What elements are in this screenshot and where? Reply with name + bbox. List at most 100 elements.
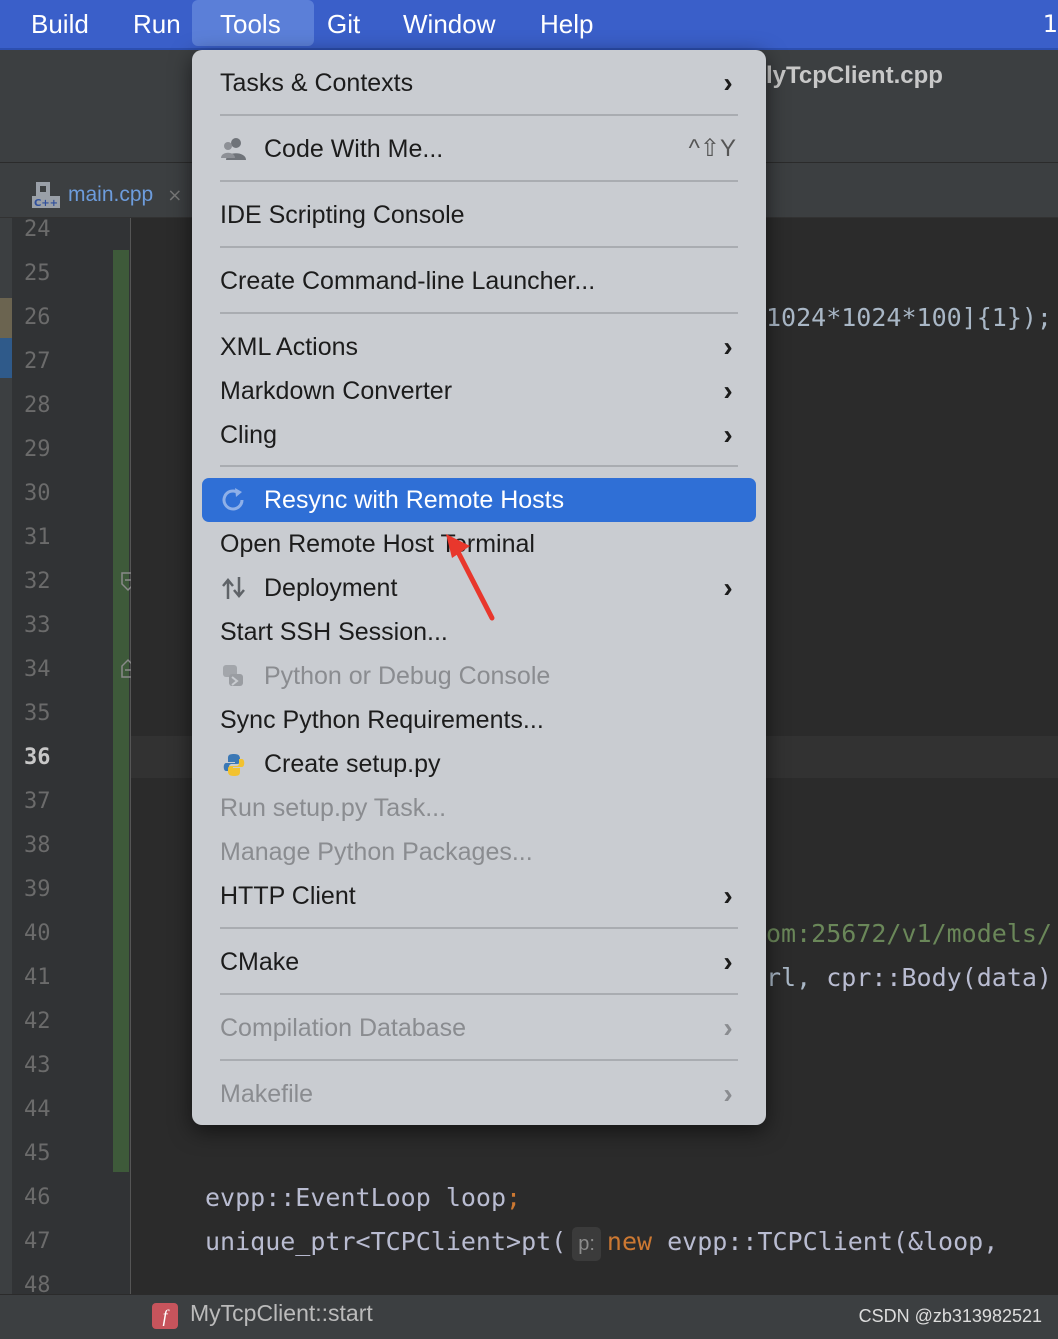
menu-item-http-client[interactable]: HTTP Client ›	[220, 874, 738, 918]
chevron-right-icon: ›	[723, 1078, 733, 1109]
menu-item-compilation-database: Compilation Database ›	[220, 1006, 738, 1050]
chevron-right-icon: ›	[723, 880, 733, 911]
code-line-47: unique_ptr<TCPClient>pt(p: new evpp::TCPC…	[205, 1220, 998, 1264]
menu-item-label: Run setup.py Task...	[220, 794, 447, 822]
chevron-right-icon: ›	[723, 375, 733, 406]
menu-item-label: IDE Scripting Console	[220, 201, 465, 229]
menu-item-code-with-me[interactable]: Code With Me... ^⇧Y	[220, 127, 738, 171]
menu-item-label: Resync with Remote Hosts	[264, 486, 565, 514]
line-number: 41	[24, 965, 51, 990]
menu-item-label: Compilation Database	[220, 1014, 466, 1042]
line-number: 32	[24, 569, 51, 594]
code-fragment: 1024*1024*100]{1});	[766, 303, 1052, 332]
menu-item-label: Create setup.py	[264, 750, 441, 778]
chevron-right-icon: ›	[723, 419, 733, 450]
function-icon: f	[152, 1303, 178, 1329]
line-number: 28	[24, 393, 51, 418]
menu-item-label: Python or Debug Console	[264, 662, 551, 690]
code-line-26: 1024*1024*100]{1});	[766, 296, 1052, 340]
menu-separator	[220, 465, 738, 467]
menu-item-run-setup-py-task: Run setup.py Task...	[220, 786, 738, 830]
line-number: 42	[24, 1009, 51, 1034]
line-number: 43	[24, 1053, 51, 1078]
menu-item-ide-scripting-console[interactable]: IDE Scripting Console	[220, 193, 738, 237]
line-number: 47	[24, 1229, 51, 1254]
menu-run[interactable]: Run	[123, 0, 191, 48]
code-line-46: evpp::EventLoop loop;	[205, 1176, 521, 1220]
line-number: 30	[24, 481, 51, 506]
menu-separator	[220, 927, 738, 929]
menu-item-python-debug-console: Python or Debug Console	[220, 654, 738, 698]
line-number: 44	[24, 1097, 51, 1122]
close-icon[interactable]: ×	[167, 185, 182, 206]
python-console-icon	[223, 665, 243, 686]
line-number: 46	[24, 1185, 51, 1210]
menu-item-command-line-launcher[interactable]: Create Command-line Launcher...	[220, 259, 738, 303]
menu-git[interactable]: Git	[317, 0, 370, 48]
menu-tools[interactable]: Tools	[192, 0, 314, 46]
chevron-right-icon: ›	[723, 1012, 733, 1043]
code-fragment: ;	[506, 1183, 522, 1212]
code-fragment: evpp::TCPClient(&loop,	[652, 1227, 999, 1256]
code-keyword: new	[606, 1227, 653, 1256]
menu-item-xml-actions[interactable]: XML Actions ›	[220, 325, 738, 369]
menu-item-label: HTTP Client	[220, 882, 356, 910]
menu-item-label: Markdown Converter	[220, 377, 453, 405]
menu-item-label: Cling	[220, 421, 277, 449]
menu-separator	[220, 180, 738, 182]
menu-item-cling[interactable]: Cling ›	[220, 413, 738, 457]
menu-separator	[220, 1059, 738, 1061]
menu-item-label: Sync Python Requirements...	[220, 706, 544, 734]
line-number: 25	[24, 261, 51, 286]
menu-separator	[220, 312, 738, 314]
code-with-me-icon	[221, 138, 246, 160]
menu-separator	[220, 993, 738, 995]
menu-item-label: CMake	[220, 948, 300, 976]
line-number: 38	[24, 833, 51, 858]
menu-separator	[220, 114, 738, 116]
line-number: 40	[24, 921, 51, 946]
annotation-arrow-icon	[446, 534, 495, 621]
line-number: 45	[24, 1141, 51, 1166]
code-line-40: om:25672/v1/models/	[766, 919, 1052, 948]
code-fragment: cpr::Body(data)	[826, 963, 1052, 992]
python-icon	[223, 754, 245, 776]
parameter-hint: p:	[572, 1227, 601, 1261]
line-number-current: 36	[24, 745, 51, 770]
menubar-right-fragment: 1	[1042, 10, 1058, 38]
line-number: 29	[24, 437, 51, 462]
line-number: 33	[24, 613, 51, 638]
menu-item-label: Create Command-line Launcher...	[220, 267, 596, 295]
menu-item-label: Tasks & Contexts	[220, 69, 414, 97]
refresh-icon	[222, 488, 244, 511]
line-number: 35	[24, 701, 51, 726]
menu-build[interactable]: Build	[21, 0, 99, 48]
menu-help[interactable]: Help	[530, 0, 603, 48]
chevron-right-icon: ›	[723, 572, 733, 603]
menu-item-cmake[interactable]: CMake ›	[220, 940, 738, 984]
menu-item-sync-python-requirements[interactable]: Sync Python Requirements...	[220, 698, 738, 742]
menu-item-label: Code With Me...	[264, 135, 444, 163]
tab-label: main.cpp	[68, 183, 154, 206]
menu-item-resync-remote-hosts[interactable]: Resync with Remote Hosts	[220, 478, 738, 522]
line-number: 26	[24, 305, 51, 330]
menu-item-label: Deployment	[264, 574, 398, 602]
menu-item-label: Manage Python Packages...	[220, 838, 533, 866]
menu-item-manage-python-packages: Manage Python Packages...	[220, 830, 738, 874]
menu-item-tasks-contexts[interactable]: Tasks & Contexts ›	[220, 61, 738, 105]
menu-item-create-setup-py[interactable]: Create setup.py	[220, 742, 738, 786]
line-number: 48	[24, 1273, 51, 1294]
breadcrumb[interactable]: MyTcpClient::start	[190, 1300, 373, 1327]
line-number: 31	[24, 525, 51, 550]
strip-marker	[0, 298, 12, 338]
menu-window[interactable]: Window	[393, 0, 505, 48]
line-number: 37	[24, 789, 51, 814]
menu-item-markdown-converter[interactable]: Markdown Converter ›	[220, 369, 738, 413]
strip-marker	[0, 338, 12, 378]
line-number: 27	[24, 349, 51, 374]
line-number: 24	[24, 217, 51, 242]
window-title: lyTcpClient.cpp	[766, 62, 943, 89]
menu-item-label: Makefile	[220, 1080, 314, 1108]
deployment-icon	[222, 577, 245, 599]
code-fragment: rl,	[766, 963, 827, 992]
